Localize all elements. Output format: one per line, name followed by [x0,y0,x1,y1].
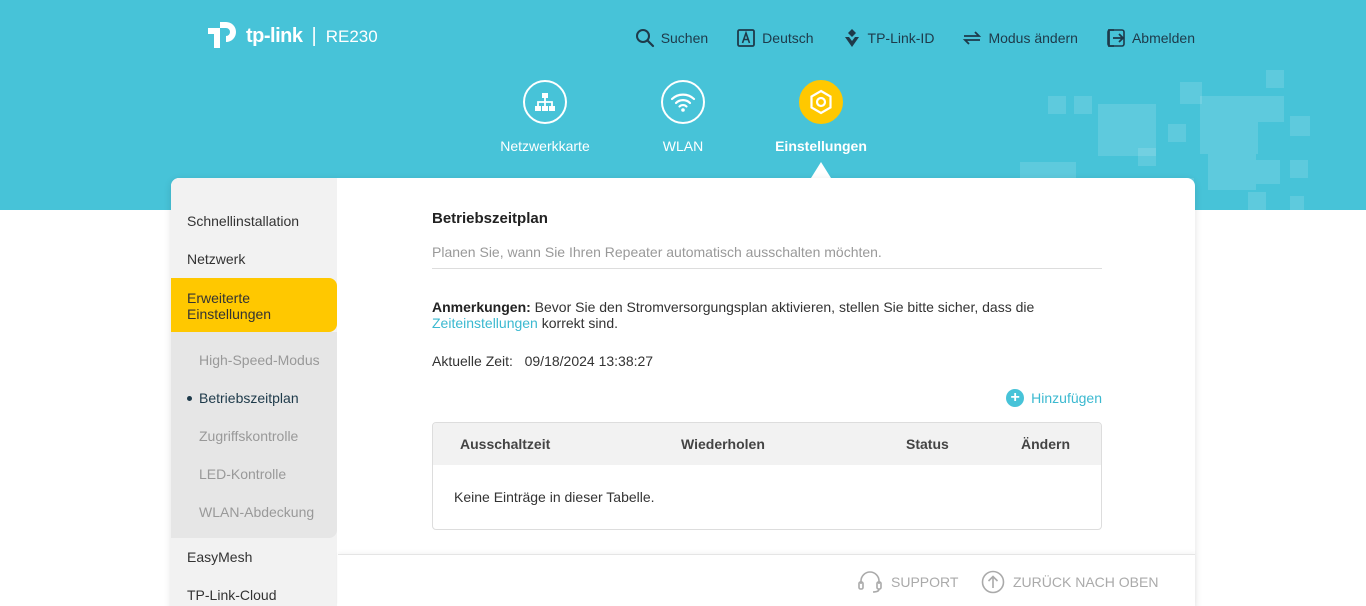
divider [432,268,1102,269]
support-link[interactable]: SUPPORT [857,570,958,594]
brand-name: tp-link [246,24,303,47]
back-to-top-label: ZURÜCK NACH OBEN [1013,574,1159,590]
logout-label: Abmelden [1131,30,1195,46]
search-icon [635,29,654,48]
support-label: SUPPORT [891,574,959,590]
search-label: Suchen [660,30,709,46]
current-time-row: Aktuelle Zeit: 09/18/2024 13:38:27 [432,353,653,369]
schedule-table: Ausschaltzeit Wiederholen Status Ändern … [432,422,1102,530]
tplink-id-button[interactable]: TP-Link-ID [842,28,935,48]
sidebar-item-led-control[interactable]: LED-Kontrolle [199,466,286,482]
sidebar-item-operating-schedule[interactable]: Betriebszeitplan [187,390,299,406]
sidebar-submenu: High-Speed-Modus Betriebszeitplan Zugrif… [171,332,337,538]
note-label: Anmerkungen: [432,299,531,315]
tab-network-map-label: Netzwerkkarte [500,138,590,154]
device-model: RE230 [325,27,378,46]
main-tabs: Netzwerkkarte WLAN Einstellungen [0,80,1366,180]
page-title: Betriebszeitplan [432,210,548,227]
sidebar-item-advanced-settings[interactable]: Erweiterte Einstellungen [171,278,337,332]
tplink-logo-icon [206,18,242,54]
tab-wlan-label: WLAN [662,138,704,154]
sidebar-item-operating-schedule-label: Betriebszeitplan [199,390,299,406]
sidebar-item-network[interactable]: Netzwerk [171,251,337,267]
table-header: Ausschaltzeit Wiederholen Status Ändern [433,423,1101,465]
add-button-label: Hinzufügen [1031,390,1102,406]
tplink-logo: tp-link | RE230 [206,18,378,54]
tab-settings-label: Einstellungen [775,138,867,154]
sidebar-item-quick-setup[interactable]: Schnellinstallation [171,213,337,229]
tab-network-map[interactable]: Netzwerkkarte [490,80,600,154]
sidebar: Schnellinstallation Netzwerk High-Speed-… [171,178,337,606]
sidebar-item-easymesh[interactable]: EasyMesh [171,549,337,565]
add-circle-icon: + [1006,389,1025,407]
sidebar-item-tplink-cloud[interactable]: TP-Link-Cloud [171,587,337,603]
note-text: Anmerkungen: Bevor Sie den Stromversorgu… [432,299,1035,331]
logout-button[interactable]: Abmelden [1106,28,1195,48]
column-header-off-time: Ausschaltzeit [460,436,551,452]
tplink-id-label: TP-Link-ID [867,30,935,46]
headset-icon [858,571,882,593]
add-button[interactable]: + Hinzufügen [1006,389,1102,407]
back-to-top-link[interactable]: ZURÜCK NACH OBEN [981,570,1158,594]
arrow-up-circle-icon [981,570,1005,594]
mode-switch-label: Modus ändern [988,30,1078,46]
top-navigation: Suchen Deutsch TP-Link-ID Modus ändern A… [607,27,1195,49]
tab-wlan[interactable]: WLAN [628,80,738,154]
column-header-status: Status [906,436,949,452]
settings-icon [810,89,832,115]
language-label: Deutsch [762,30,814,46]
language-icon [737,29,756,47]
logout-icon [1107,29,1125,47]
column-header-modify: Ändern [1021,436,1070,452]
current-item-dot-icon [187,396,192,401]
settings-panel: Schnellinstallation Netzwerk High-Speed-… [171,178,1195,606]
language-button[interactable]: Deutsch [736,28,814,48]
sidebar-item-wlan-coverage[interactable]: WLAN-Abdeckung [199,504,314,520]
mode-switch-button[interactable]: Modus ändern [962,28,1078,48]
tplink-id-icon [844,29,859,47]
page-description: Planen Sie, wann Sie Ihren Repeater auto… [432,244,882,260]
sidebar-item-high-speed-mode[interactable]: High-Speed-Modus [199,352,320,368]
current-time-value: 09/18/2024 13:38:27 [524,353,654,369]
current-time-label: Aktuelle Zeit: [432,353,513,369]
sidebar-item-access-control[interactable]: Zugriffskontrolle [199,428,298,444]
search-button[interactable]: Suchen [635,28,708,48]
mode-switch-icon [963,31,982,45]
network-map-icon [535,93,555,111]
table-empty-message: Keine Einträge in dieser Tabelle. [454,489,655,505]
time-settings-link[interactable]: Zeiteinstellungen [432,315,538,331]
footer: SUPPORT ZURÜCK NACH OBEN [338,554,1195,606]
active-tab-pointer [811,162,831,178]
column-header-repeat: Wiederholen [681,436,765,452]
tab-settings[interactable]: Einstellungen [766,80,876,154]
wifi-icon [670,93,696,112]
